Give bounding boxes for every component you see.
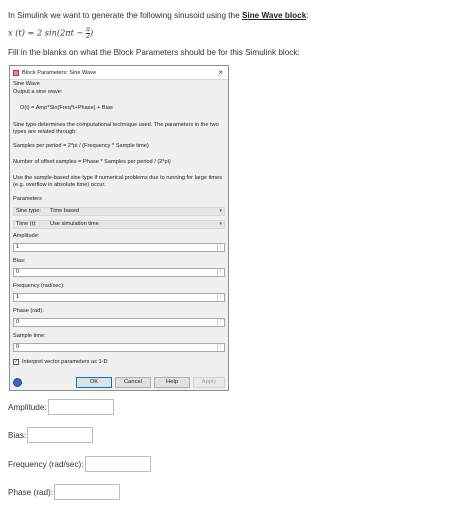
- sine-type-label: Sine type:: [16, 208, 41, 214]
- bias-label: Bias:: [13, 258, 26, 264]
- time-value: Use simulation time: [50, 221, 99, 227]
- apply-button[interactable]: Apply: [193, 377, 225, 388]
- more-options-icon[interactable]: ⋮: [217, 269, 223, 276]
- simulink-app-icon: [13, 69, 19, 76]
- chevron-down-icon: ▾: [219, 208, 222, 214]
- answer-input-phase[interactable]: [54, 484, 121, 500]
- help-button[interactable]: Help: [154, 377, 190, 388]
- interpret-vector-checkbox[interactable]: ✓: [13, 359, 19, 365]
- dialog-button-row: OK Cancel Help Apply: [10, 377, 228, 389]
- help-globe-icon[interactable]: [13, 378, 22, 387]
- equation-rhs: ): [89, 27, 94, 38]
- sample-time-field[interactable]: 0 ⋮: [13, 343, 225, 352]
- ok-button[interactable]: OK: [76, 377, 112, 388]
- bias-field[interactable]: 0 ⋮: [13, 268, 225, 277]
- more-options-icon[interactable]: ⋮: [217, 344, 223, 351]
- answer-input-frequency[interactable]: [84, 456, 151, 472]
- time-label: Time (t):: [16, 221, 37, 227]
- bias-value: 0: [16, 269, 20, 275]
- intro-after: :: [306, 11, 309, 20]
- phase-field[interactable]: 0 ⋮: [13, 318, 225, 327]
- dialog-title: Block Parameters: Sine Wave: [22, 69, 97, 76]
- description-sample-based: Use the sample-based sine type if numeri…: [13, 175, 222, 188]
- sine-wave-block-link[interactable]: Sine Wave block: [242, 11, 306, 20]
- block-subtitle: Output a sine wave:: [13, 89, 63, 95]
- phase-value: 0: [16, 319, 20, 325]
- frequency-field[interactable]: 1 ⋮: [13, 293, 225, 302]
- answer-label-bias: Bias:: [8, 430, 27, 440]
- interpret-vector-checkbox-row[interactable]: ✓ Interpret vector parameters as 1-D: [13, 359, 108, 365]
- description-offset-samples: Number of offset samples = Phase * Sampl…: [13, 159, 171, 165]
- block-parameters-dialog: Block Parameters: Sine Wave × Sine Wave …: [9, 65, 229, 391]
- sine-type-value: Time based: [50, 208, 80, 214]
- description-samples-per-period: Samples per period = 2*pi / (Frequency *…: [13, 143, 149, 149]
- amplitude-value: 1: [16, 244, 20, 250]
- time-select[interactable]: Time (t): Use simulation time ▾: [13, 220, 225, 229]
- sinusoid-equation: x (t) = 2 sin(2πt − π 2): [8, 27, 93, 40]
- answer-label-amplitude: Amplitude:: [8, 402, 47, 412]
- block-name: Sine Wave: [13, 81, 40, 87]
- dialog-titlebar: Block Parameters: Sine Wave ×: [10, 66, 228, 80]
- instruction-text: Fill in the blanks on what the Block Par…: [8, 48, 300, 57]
- sample-time-label: Sample time:: [13, 333, 46, 339]
- answer-row-amplitude: Amplitude:: [8, 399, 114, 415]
- amplitude-label: Amplitude:: [13, 233, 40, 239]
- more-options-icon[interactable]: ⋮: [217, 294, 223, 301]
- sample-time-value: 0: [16, 344, 20, 350]
- frequency-value: 1: [16, 294, 20, 300]
- close-icon[interactable]: ×: [218, 68, 223, 77]
- sine-type-select[interactable]: Sine type: Time based ▾: [13, 207, 225, 216]
- answer-label-phase: Phase (rad):: [8, 487, 54, 497]
- answer-input-bias[interactable]: [27, 427, 94, 443]
- parameters-header: Parameters: [13, 196, 42, 202]
- interpret-vector-label: Interpret vector parameters as 1-D: [22, 359, 108, 365]
- block-formula: O(t) = Amp*Sin(Freq*t+Phase) + Bias: [20, 105, 113, 111]
- cancel-button[interactable]: Cancel: [115, 377, 151, 388]
- answer-input-amplitude[interactable]: [47, 399, 114, 415]
- answer-row-bias: Bias:: [8, 427, 94, 443]
- more-options-icon[interactable]: ⋮: [217, 319, 223, 326]
- question-intro: In Simulink we want to generate the foll…: [8, 10, 468, 22]
- answer-label-frequency: Frequency (rad/sec):: [8, 459, 84, 469]
- answer-row-frequency: Frequency (rad/sec):: [8, 456, 151, 472]
- frequency-label: Frequency (rad/sec):: [13, 283, 65, 289]
- more-options-icon[interactable]: ⋮: [217, 244, 223, 251]
- amplitude-field[interactable]: 1 ⋮: [13, 243, 225, 252]
- intro-text: In Simulink we want to generate the foll…: [8, 11, 242, 20]
- description-sine-type: Sine type determines the computational t…: [13, 122, 219, 135]
- equation-lhs: x (t) = 2 sin(2πt −: [8, 27, 84, 38]
- chevron-down-icon: ▾: [219, 221, 222, 227]
- answer-row-phase: Phase (rad):: [8, 484, 121, 500]
- phase-label: Phase (rad):: [13, 308, 44, 314]
